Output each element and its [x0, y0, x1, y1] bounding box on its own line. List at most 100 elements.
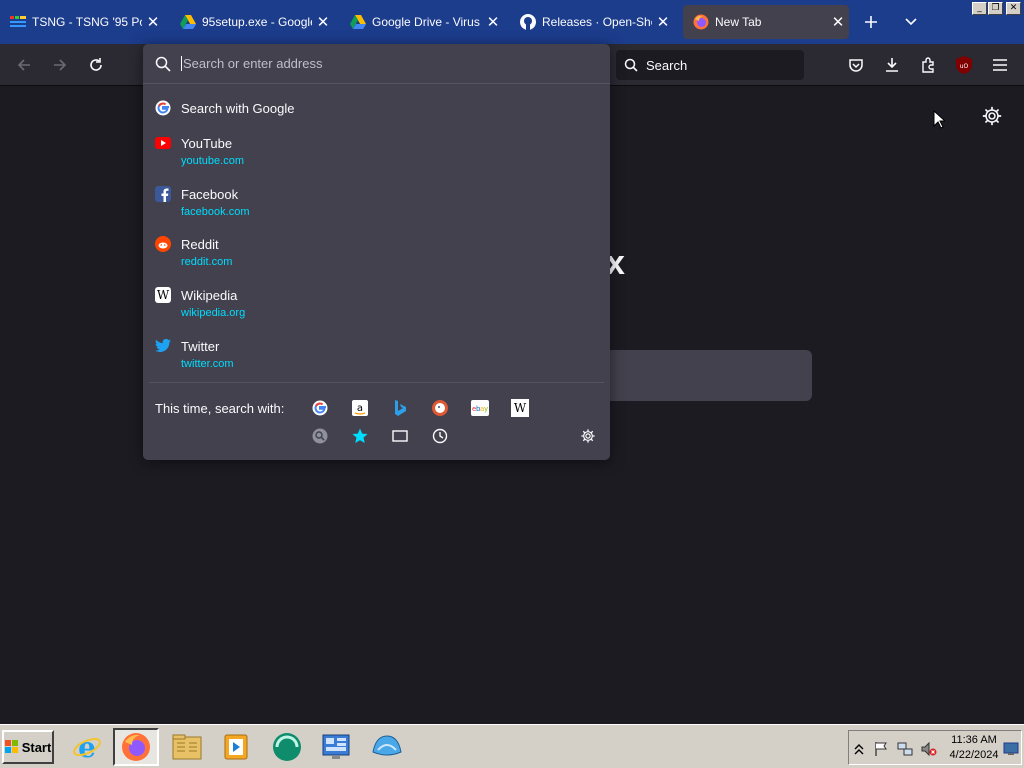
search-history-icon[interactable]	[311, 427, 329, 445]
result-wikipedia[interactable]: W Wikipedia wikipedia.org	[143, 284, 610, 324]
svg-text:y: y	[484, 405, 488, 413]
divider	[149, 382, 604, 383]
tab-close-button[interactable]: ✕	[652, 13, 674, 31]
windows-flag-icon	[4, 740, 18, 753]
clock-time[interactable]: 11:36 AM	[949, 734, 999, 746]
wikipedia-icon[interactable]: W	[511, 399, 529, 417]
list-all-tabs-button[interactable]	[898, 10, 924, 34]
duckduckgo-icon[interactable]	[431, 399, 449, 417]
shell-icon	[372, 735, 402, 756]
result-reddit[interactable]: Reddit reddit.com	[143, 233, 610, 273]
result-youtube[interactable]: YouTube youtube.com	[143, 132, 610, 172]
address-bar-dropdown: Search with Google YouTube youtube.com F…	[143, 44, 610, 460]
plus-icon	[865, 16, 877, 28]
taskbar-firefox[interactable]	[113, 728, 159, 766]
control-panel-icon	[322, 734, 350, 759]
tab-close-button[interactable]: ✕	[312, 13, 334, 31]
tsng-icon	[10, 14, 26, 30]
result-url: youtube.com	[181, 155, 244, 167]
search-with-label: This time, search with:	[155, 401, 285, 416]
restore-button[interactable]: ❐	[988, 2, 1003, 15]
address-input[interactable]	[181, 56, 581, 71]
tabs-icon[interactable]	[391, 427, 409, 445]
mouse-cursor	[933, 109, 947, 134]
history-icon[interactable]	[431, 427, 449, 445]
gear-icon	[581, 429, 595, 443]
wikipedia-icon: W	[155, 287, 171, 303]
taskbar: Start e 11:36 AM 4/22/2024	[0, 724, 1024, 768]
show-hidden-icons-button[interactable]	[851, 741, 867, 757]
flag-icon	[875, 742, 887, 756]
start-button[interactable]: Start	[2, 730, 54, 764]
chat-app-icon	[273, 733, 301, 761]
result-title: Twitter	[181, 339, 220, 354]
twitter-icon	[155, 338, 171, 354]
taskbar-internet-explorer[interactable]: e	[64, 728, 110, 766]
close-window-button[interactable]: ✕	[1006, 2, 1021, 15]
result-twitter[interactable]: Twitter twitter.com	[143, 335, 610, 375]
tab-title: New Tab	[715, 15, 762, 29]
minimize-button[interactable]: _	[972, 2, 987, 15]
tab-virus-scan[interactable]: Google Drive - Virus scan ✕	[340, 5, 504, 39]
forward-arrow-icon	[54, 59, 67, 71]
tab-close-button[interactable]: ✕	[482, 13, 504, 31]
github-icon	[520, 14, 536, 30]
search-settings-button[interactable]	[579, 427, 597, 445]
tab-tsng[interactable]: TSNG - TSNG '95 Portal ✕	[0, 5, 164, 39]
ebay-icon[interactable]: ebay	[471, 399, 489, 417]
result-url: reddit.com	[181, 256, 233, 268]
taskbar-file-explorer[interactable]	[164, 728, 210, 766]
amazon-icon[interactable]: a	[351, 399, 369, 417]
search-icon	[155, 56, 171, 72]
new-tab-button[interactable]	[858, 10, 884, 34]
media-player-icon	[224, 734, 248, 760]
volume-muted-icon[interactable]	[921, 741, 937, 757]
tab-95setup[interactable]: 95setup.exe - Google Drive ✕	[170, 5, 334, 39]
search-with-google-label: Search with Google	[181, 101, 295, 116]
network-icon[interactable]	[897, 741, 913, 757]
result-title: Wikipedia	[181, 288, 238, 303]
chevron-up-icon	[854, 744, 864, 755]
tab-new-tab[interactable]: New Tab ✕	[683, 5, 849, 39]
bing-icon[interactable]	[391, 399, 409, 417]
start-label: Start	[21, 739, 52, 755]
google-icon	[155, 100, 171, 116]
page-search-bar[interactable]	[590, 350, 812, 401]
pocket-icon	[849, 59, 863, 72]
result-facebook[interactable]: Facebook facebook.com	[143, 183, 610, 223]
extensions-button[interactable]	[914, 51, 942, 79]
gear-icon	[982, 106, 1002, 126]
tab-close-button[interactable]: ✕	[142, 13, 164, 31]
taskbar-control-panel[interactable]	[313, 728, 359, 766]
svg-text:uO: uO	[960, 63, 969, 70]
pocket-button[interactable]	[842, 51, 870, 79]
show-desktop-icon[interactable]	[1003, 741, 1019, 757]
search-with-google-row[interactable]: Search with Google	[143, 96, 610, 120]
result-title: YouTube	[181, 136, 233, 151]
action-center-icon[interactable]	[873, 741, 889, 757]
google-icon[interactable]	[311, 399, 329, 417]
downloads-button[interactable]	[878, 51, 906, 79]
toolbar-search-box[interactable]: Search	[616, 50, 804, 80]
address-bar[interactable]	[143, 44, 610, 84]
back-arrow-icon	[17, 59, 30, 71]
result-title: Reddit	[181, 237, 219, 252]
system-tray: 11:36 AM 4/22/2024	[848, 730, 1022, 765]
forward-button[interactable]	[46, 51, 74, 79]
ublock-origin-icon: uO	[956, 56, 972, 74]
back-button[interactable]	[10, 51, 38, 79]
tab-releases[interactable]: Releases · Open-Shell/Open-Shell-Menu ✕	[510, 5, 674, 39]
tab-close-button[interactable]: ✕	[827, 13, 849, 31]
clock-date[interactable]: 4/22/2024	[945, 749, 1003, 761]
taskbar-media-player[interactable]	[213, 728, 259, 766]
bookmarks-icon[interactable]	[351, 427, 369, 445]
tab-title: Google Drive - Virus scan	[372, 15, 482, 29]
page-settings-button[interactable]	[981, 105, 1003, 132]
taskbar-app-shell[interactable]	[364, 728, 410, 766]
ublock-origin-button[interactable]: uO	[950, 51, 978, 79]
menu-button[interactable]	[986, 51, 1014, 79]
toolbar-search-label: Search	[646, 57, 688, 73]
taskbar-app-green[interactable]	[264, 728, 310, 766]
result-url: twitter.com	[181, 358, 234, 370]
reload-button[interactable]	[82, 51, 110, 79]
